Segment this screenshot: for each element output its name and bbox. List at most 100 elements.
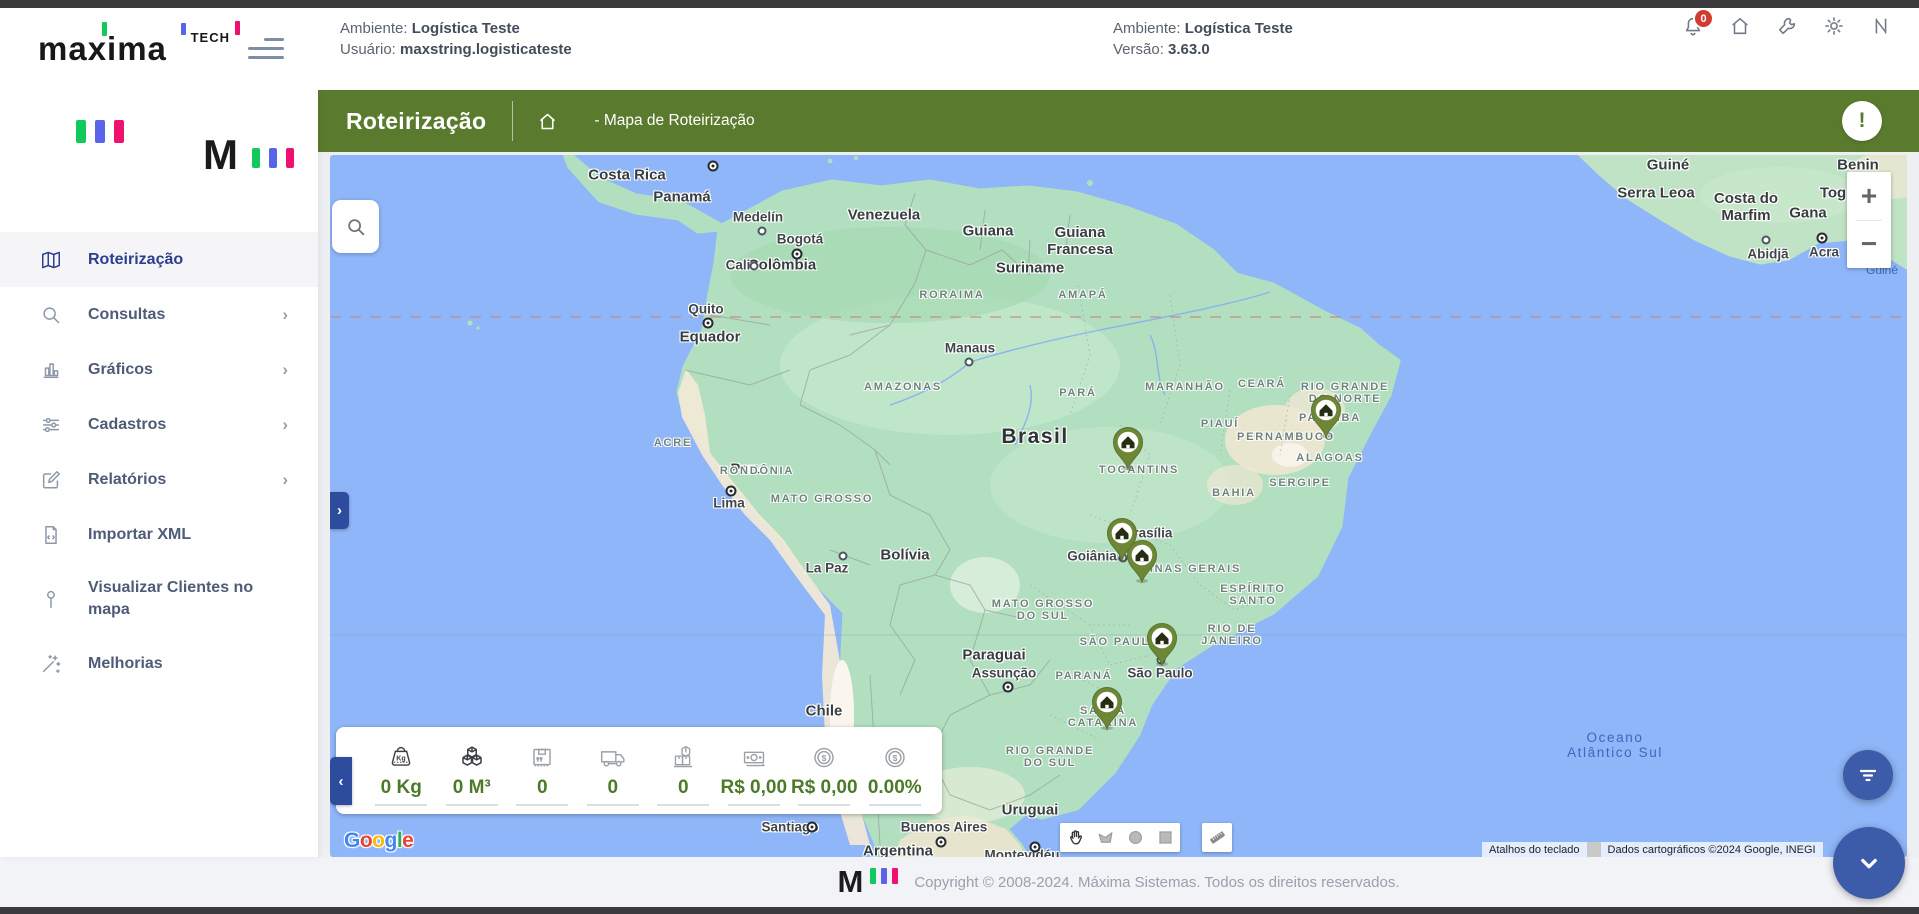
sidebar-item-label: Melhorias [88,654,163,672]
sidebar-item-melhorias[interactable]: Melhorias [0,636,318,691]
divider [1586,842,1601,857]
ambiente-label-2: Ambiente: [1113,20,1181,37]
cubes-icon [455,739,489,775]
brand-suffix: TECH [190,30,230,45]
zoom-in-button[interactable]: + [1847,172,1891,220]
ambiente-value: Logística Teste [411,20,520,37]
search-icon [40,304,62,326]
stat-percent: $ 0.00% [860,739,931,806]
environment-user-info: Ambiente: Logística Teste Usuário: maxst… [340,18,572,60]
ruler-tool[interactable] [1202,823,1232,852]
app-header: maxima TECH Ambiente: Logística Teste Us… [0,8,1919,90]
client-map-marker[interactable] [1111,425,1145,471]
stat-value: 0 [607,777,619,798]
stat-value: 0 [677,777,689,798]
svg-text:Kg: Kg [397,754,406,762]
pan-hand-tool[interactable] [1060,823,1090,852]
filter-fab-button[interactable] [1843,750,1893,800]
client-map-marker[interactable] [1125,538,1159,584]
sidebar-item-cadastros[interactable]: Cadastros › [0,397,318,452]
exit-icon[interactable] [1870,15,1892,37]
client-map-marker[interactable] [1090,685,1124,731]
ambiente-label: Ambiente: [340,20,408,37]
footer-logo: M [837,864,899,899]
window-bottom-edge [0,907,1919,914]
client-map-marker[interactable] [1145,621,1179,667]
money-icon [737,739,771,775]
pallet-icon [666,739,700,775]
gear-icon[interactable] [1823,15,1845,37]
chevron-right-icon: › [282,304,288,324]
magic-wand-icon [40,653,62,675]
page-header-bar: Roteirização - Mapa de Roteirização ! [318,90,1919,152]
sidebar-item-roteirizacao[interactable]: Roteirização [0,232,318,287]
sidebar-item-label: Consultas [88,305,166,323]
panel-expand-button[interactable]: › [330,492,349,529]
alert-button[interactable]: ! [1842,101,1882,141]
sidebar-item-visualizar-clientes[interactable]: Visualizar Clientes no mapa [0,562,318,636]
route-map[interactable]: Costa Rica Panamá Venezuela Guiana Guiana Fr… [330,155,1907,857]
map-draw-controls [1060,823,1180,852]
sidebar-item-label: Importar XML [88,525,192,543]
rectangle-tool[interactable] [1150,823,1180,852]
polygon-tool[interactable] [1090,823,1120,852]
package-icon [525,739,559,775]
stat-revenue: $ R$ 0,00 [789,739,860,806]
zoom-out-button[interactable]: − [1847,221,1891,269]
versao-value: 3.63.0 [1168,41,1210,58]
notifications-bell-icon[interactable]: 0 [1682,8,1714,37]
sidebar-item-graficos[interactable]: Gráficos › [0,342,318,397]
chevron-right-icon: › [282,414,288,434]
chevron-right-icon: › [282,469,288,489]
map-attribution: Atalhos do teclado Dados cartográficos ©… [1482,842,1823,857]
totals-panel: Kg 0 Kg 0 M³ 0 0 0 R$ 0,00 $ R$ 0,00 $ 0… [336,727,942,814]
breadcrumb-home-icon[interactable] [537,111,558,132]
svg-text:$: $ [892,753,897,763]
coin-icon: $ [807,739,841,775]
map-search-button[interactable] [332,200,379,253]
stat-orders: 0 [507,739,578,806]
wrench-icon[interactable] [1776,15,1798,37]
ambiente-value-2: Logística Teste [1184,20,1293,37]
logo-bars-icon [76,120,124,143]
stat-value: 0.00% [867,777,922,798]
stat-value: R$ 0,00 [790,777,858,798]
sidebar-item-label: Gráficos [88,360,153,378]
edit-report-icon [40,469,62,491]
header-icon-row: 0 [1682,8,1892,37]
weight-icon: Kg [384,739,418,775]
sidebar-logo-area: M [0,90,318,232]
home-icon[interactable] [1729,15,1751,37]
window-top-edge [0,0,1919,8]
map-data-attribution: Dados cartográficos ©2024 Google, INEGI [1600,842,1823,857]
truck-icon [596,739,630,775]
footer-m-mark: M [837,864,864,899]
stat-value: 0 [536,777,548,798]
file-code-icon [40,524,62,546]
environment-version-info: Ambiente: Logística Teste Versão: 3.63.0 [1113,18,1293,60]
sliders-icon [40,414,62,436]
stat-value: 0 Kg [380,777,422,798]
scroll-down-fab-button[interactable] [1833,827,1905,899]
copyright-text: Copyright © 2008-2024. Máxima Sistemas. … [914,873,1400,891]
google-logo[interactable]: Google [344,829,414,853]
sidebar-toggle-icon[interactable] [248,38,286,62]
map-zoom-control: + − [1847,172,1891,268]
client-map-marker[interactable] [1309,393,1343,439]
maxima-tech-logo: maxima TECH [38,21,240,74]
divider [512,101,514,141]
circle-tool[interactable] [1120,823,1150,852]
sidebar-item-label: Cadastros [88,415,167,433]
sidebar-item-importar-xml[interactable]: Importar XML [0,507,318,562]
coin-percent-icon: $ [878,739,912,775]
sidebar-item-consultas[interactable]: Consultas › [0,287,318,342]
sidebar-item-label: Roteirização [88,250,184,268]
totals-collapse-button[interactable]: ‹ [330,757,352,805]
keyboard-shortcuts-button[interactable]: Atalhos do teclado [1482,842,1587,857]
app-footer: M Copyright © 2008-2024. Máxima Sistemas… [0,857,1919,907]
svg-text:$: $ [822,753,827,763]
logo-m-mark: M [203,131,238,178]
versao-label: Versão: [1113,41,1164,58]
sidebar-item-relatorios[interactable]: Relatórios › [0,452,318,507]
logo-bars-icon-small [252,148,294,168]
